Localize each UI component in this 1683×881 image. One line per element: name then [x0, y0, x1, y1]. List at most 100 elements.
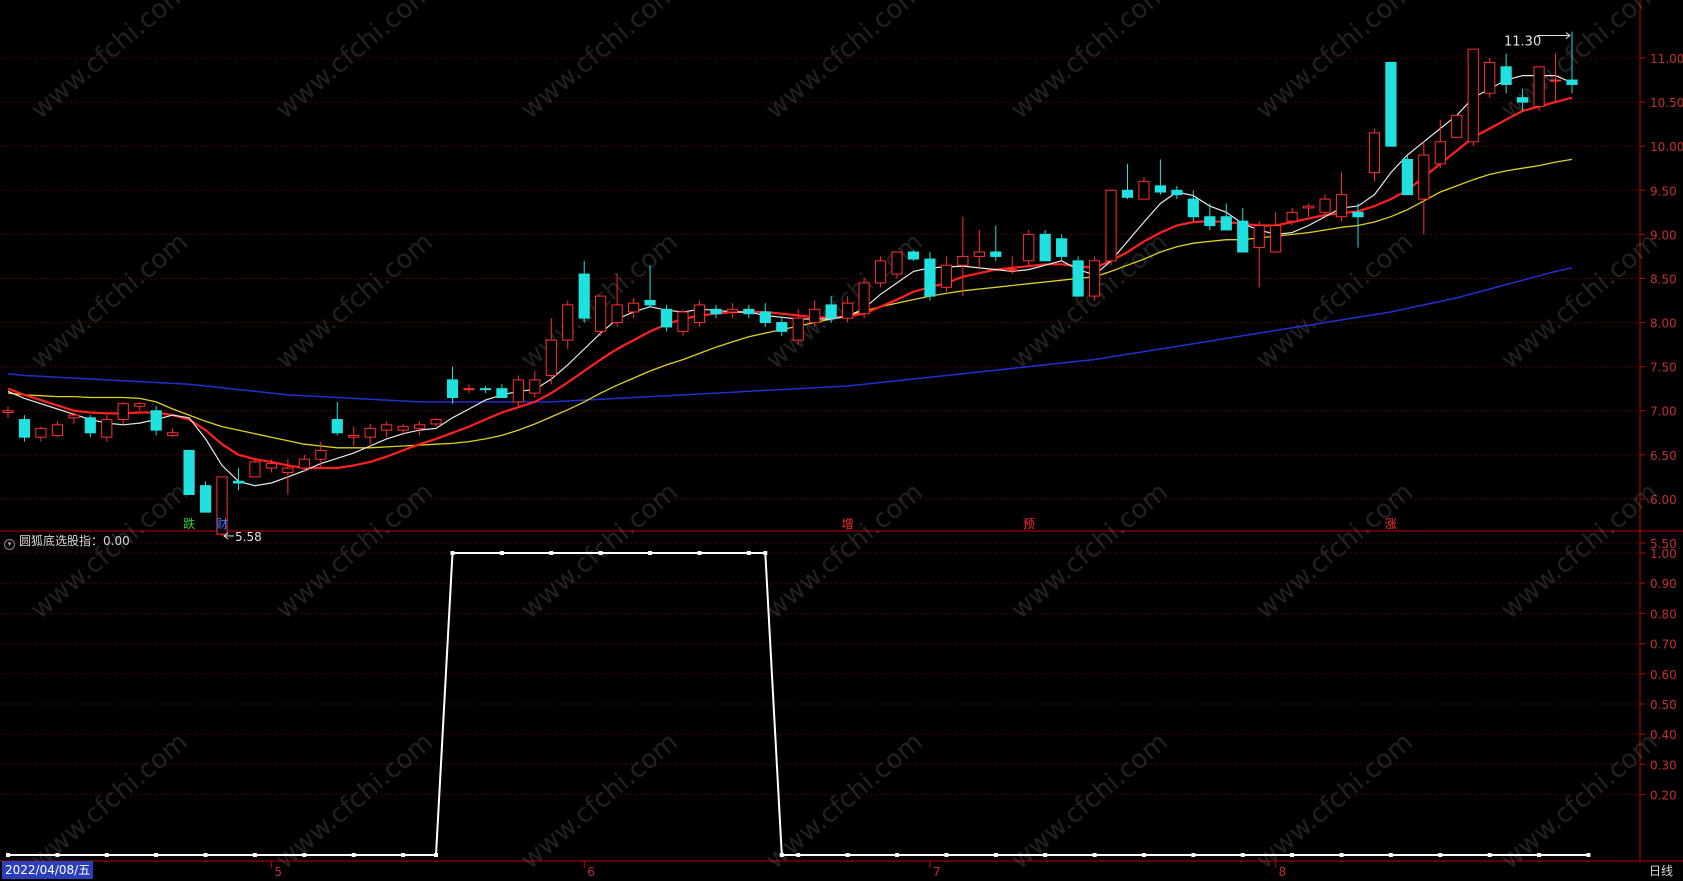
time-tick-label: 8 [1279, 865, 1287, 879]
candle [907, 250, 920, 261]
candle-body [973, 251, 985, 257]
indicator-point [1191, 853, 1196, 857]
stock-chart[interactable]: 5.506.006.507.007.508.008.509.009.5010.0… [0, 0, 1683, 881]
candle [1023, 229, 1035, 266]
price-tick-label: 9.50 [1650, 184, 1677, 198]
candle-body [1253, 225, 1265, 249]
indicator-point [499, 551, 504, 555]
candle-body [809, 308, 821, 324]
indicator-point [1141, 853, 1146, 857]
event-marker: 财 [216, 517, 228, 531]
indicator-point [1586, 853, 1591, 857]
candle-body [298, 458, 310, 469]
candle [891, 251, 903, 279]
candle [199, 481, 212, 513]
candle [1072, 256, 1084, 297]
candle-body [1088, 260, 1101, 297]
indicator-point [203, 853, 208, 857]
candle-body [1138, 180, 1150, 200]
candle-body [529, 379, 541, 394]
candle-body [1566, 79, 1578, 85]
candle-body [1056, 238, 1068, 257]
candle-body [1500, 66, 1512, 85]
candle-body [1368, 132, 1381, 174]
indicator-point [763, 551, 768, 555]
candle-body [1533, 66, 1545, 108]
candle-body [627, 302, 640, 313]
candle [660, 304, 673, 332]
candle-body [924, 258, 936, 297]
candle [693, 300, 706, 327]
indicator-point [55, 853, 60, 857]
candle [512, 375, 524, 407]
candle-body [1072, 260, 1084, 297]
candle-body [232, 480, 245, 484]
candle [101, 415, 113, 442]
indicator-point [1240, 853, 1245, 857]
candle-body [1401, 158, 1413, 196]
indicator-point [648, 551, 653, 555]
background [0, 0, 1683, 881]
time-tick-label: 6 [587, 865, 595, 879]
candle [1056, 234, 1068, 261]
candle-body [1006, 269, 1018, 272]
candle-body [430, 419, 442, 425]
candle-body [167, 432, 179, 436]
indicator-point [1438, 853, 1443, 857]
indicator-tick-label: 0.20 [1650, 789, 1677, 803]
candle-body [1237, 220, 1249, 253]
indicator-tick-label: 1.00 [1650, 547, 1677, 561]
candle-body [496, 388, 508, 399]
indicator-point [1339, 853, 1344, 857]
candle-body [1105, 189, 1117, 262]
candle [1401, 155, 1413, 196]
candle [858, 278, 870, 319]
candle [1039, 229, 1051, 262]
candle-body [1418, 154, 1430, 200]
candle-body [1467, 48, 1479, 143]
price-tick-label: 8.50 [1650, 272, 1677, 286]
candle [874, 256, 887, 288]
event-marker: 增 [842, 517, 854, 531]
candle-body [331, 419, 343, 434]
candle-body [1352, 211, 1364, 218]
candle-body [199, 485, 212, 513]
indicator-point [1290, 853, 1295, 857]
candle-body [743, 308, 755, 315]
candle-body [562, 304, 574, 341]
candle [1467, 48, 1479, 147]
indicator-point [401, 853, 406, 857]
indicator-title-text: 圆狐底选股指：0.00 [19, 534, 130, 548]
candle-body [644, 300, 656, 306]
candle-body [2, 410, 14, 413]
indicator-toggle-icon[interactable]: ▾ [4, 539, 15, 550]
indicator-point [895, 853, 900, 857]
candle-body [858, 282, 870, 315]
candle-body [1484, 61, 1496, 94]
indicator-point [6, 853, 10, 857]
candle-body [776, 322, 788, 332]
candle-body [446, 379, 459, 399]
candle-body [990, 251, 1002, 257]
indicator-point [1092, 853, 1097, 857]
candle-body [1270, 225, 1282, 253]
candle-body [1434, 141, 1446, 165]
current-date-label: 2022/04/08/五 [2, 861, 94, 879]
candle-body [150, 410, 162, 431]
indicator-point [697, 551, 702, 555]
candle-body [18, 419, 31, 438]
candle-body [578, 273, 590, 319]
candle [1385, 61, 1397, 147]
candle-body [1039, 233, 1051, 262]
candle-body [660, 308, 673, 328]
indicator-point [154, 853, 159, 857]
indicator-point [351, 853, 356, 857]
price-tick-label: 7.50 [1650, 361, 1677, 375]
period-label[interactable]: 日线 [1649, 862, 1673, 879]
time-tick-label: 7 [933, 865, 941, 879]
indicator-point [1537, 853, 1542, 857]
candle [1088, 256, 1101, 301]
candle-body [315, 449, 327, 460]
candle-body [1319, 198, 1331, 213]
indicator-point [1388, 853, 1393, 857]
